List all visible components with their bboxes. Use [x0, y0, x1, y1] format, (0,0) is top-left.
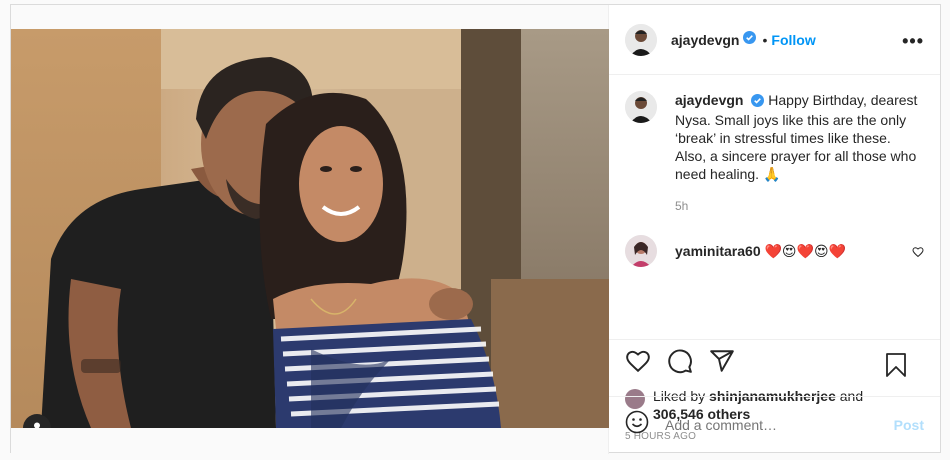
follow-button[interactable]: Follow: [771, 32, 815, 48]
separator-dot: •: [762, 31, 768, 48]
comment-text: yaminitara60 ❤️😍❤️😍❤️: [675, 243, 846, 260]
comment-body: ❤️😍❤️😍❤️: [764, 242, 846, 259]
post-photo-area: [11, 5, 609, 454]
post-header: ajaydevgn • Follow •••: [609, 5, 940, 75]
small-heart-icon[interactable]: [912, 245, 924, 263]
share-icon[interactable]: [709, 348, 751, 379]
comment-item: yaminitara60 ❤️😍❤️😍❤️: [625, 235, 924, 267]
add-comment-bar: Post: [609, 396, 940, 452]
caption: ajaydevgn Happy Birthday, dearest Nysa. …: [625, 91, 924, 215]
verified-badge-icon: [751, 93, 765, 111]
post-comment-button[interactable]: Post: [894, 417, 924, 433]
caption-text: ajaydevgn Happy Birthday, dearest Nysa. …: [675, 91, 924, 215]
action-bar: [609, 339, 940, 387]
comment-username[interactable]: yaminitara60: [675, 243, 761, 259]
comment-input[interactable]: [665, 416, 894, 433]
comments-section: ajaydevgn Happy Birthday, dearest Nysa. …: [609, 75, 940, 339]
post-photo[interactable]: [11, 29, 609, 428]
verified-badge-icon: [743, 30, 757, 49]
post-card: ajaydevgn • Follow ••• ajaydevgn Happy B…: [10, 4, 941, 454]
more-options-icon[interactable]: •••: [902, 31, 924, 52]
commenter-avatar[interactable]: [625, 235, 657, 267]
photo-illustration: [41, 57, 501, 428]
comment-icon[interactable]: [667, 348, 709, 379]
author-avatar[interactable]: [625, 23, 657, 56]
post-sidebar: ajaydevgn • Follow ••• ajaydevgn Happy B…: [609, 5, 940, 452]
caption-body-2: Also, a sincere prayer for all those who…: [675, 148, 917, 182]
caption-username[interactable]: ajaydevgn: [675, 92, 743, 108]
bookmark-icon[interactable]: [884, 352, 924, 383]
caption-avatar[interactable]: [625, 91, 657, 123]
author-username[interactable]: ajaydevgn: [671, 32, 739, 48]
caption-time[interactable]: 5h: [675, 197, 924, 215]
heart-icon[interactable]: [625, 348, 667, 379]
emoji-icon[interactable]: [625, 410, 649, 439]
